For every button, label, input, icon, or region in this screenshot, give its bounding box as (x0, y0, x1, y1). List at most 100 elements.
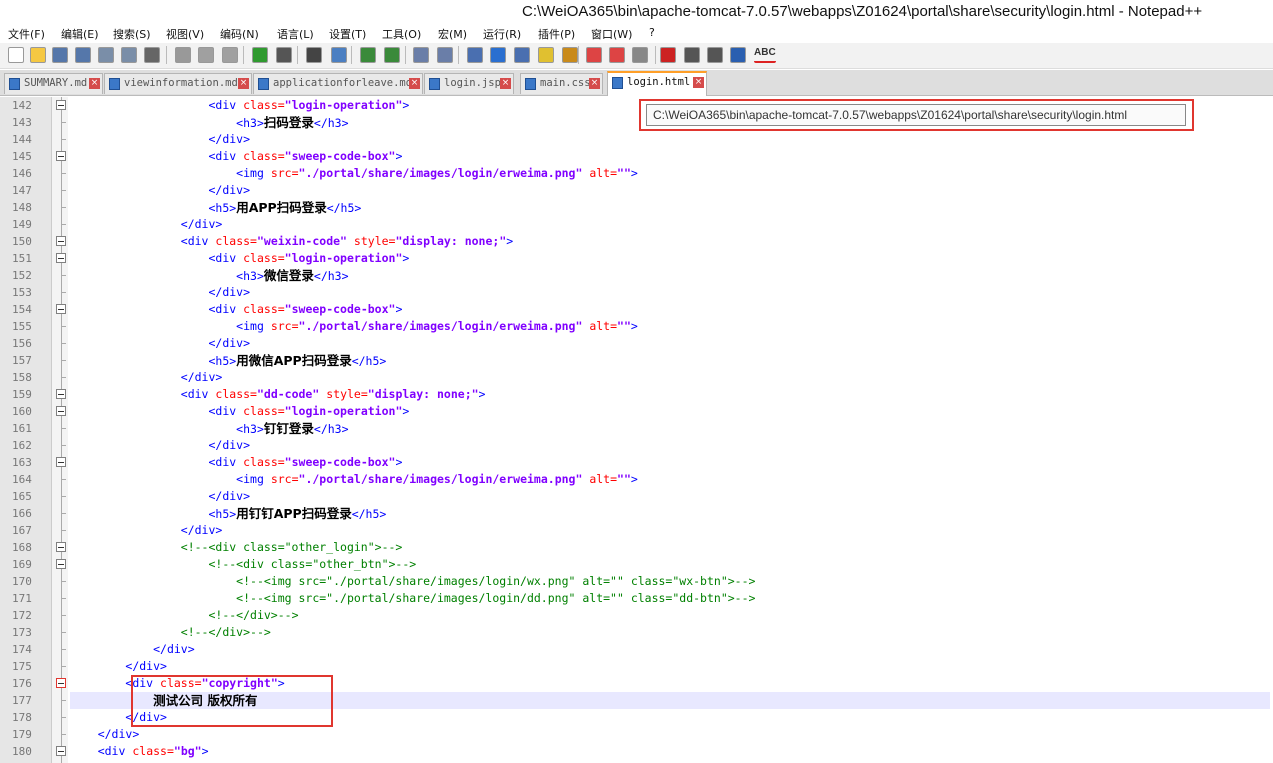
menu-item[interactable]: 窗口(W) (591, 26, 632, 42)
code-line[interactable]: <img src="./portal/share/images/login/er… (70, 471, 1270, 488)
undo-icon[interactable] (252, 47, 268, 63)
menu-item[interactable]: 视图(V) (166, 26, 204, 42)
code-line[interactable]: <!--<img src="./portal/share/images/logi… (70, 590, 1270, 607)
fold-toggle-icon[interactable] (56, 389, 66, 399)
code-line[interactable]: <div class="sweep-code-box"><div class="… (70, 454, 1270, 471)
save-macro-icon[interactable] (730, 47, 746, 63)
code-line[interactable]: </div></div> (70, 437, 1270, 454)
record-icon[interactable] (632, 47, 648, 63)
save-icon[interactable] (52, 47, 68, 63)
fold-toggle-icon[interactable] (56, 746, 66, 756)
play-multi-icon[interactable] (707, 47, 723, 63)
code-line[interactable]: </div></div> (70, 488, 1270, 505)
code-line[interactable]: <div class="bg"><div class="bg"> (70, 743, 1270, 760)
fold-toggle-icon[interactable] (56, 406, 66, 416)
menu-item[interactable]: 编码(N) (220, 26, 259, 42)
close-icon[interactable]: × (409, 78, 420, 89)
tab-SUMMARY-md[interactable]: SUMMARY.md × (4, 73, 103, 94)
folder-icon[interactable] (586, 47, 602, 63)
code-line[interactable]: <div class="sweep-code-box"><div class="… (70, 148, 1270, 165)
code-line[interactable]: </div></div> (70, 335, 1270, 352)
close-icon[interactable]: × (693, 77, 704, 88)
close-icon[interactable]: × (500, 78, 511, 89)
code-area[interactable]: <div class="login-operation"><div class=… (70, 97, 1270, 763)
copy-icon[interactable] (198, 47, 214, 63)
menu-item[interactable]: 工具(O) (382, 26, 421, 42)
code-line[interactable]: </div></div> (70, 726, 1270, 743)
code-line[interactable]: <div class="login-operation"><div class=… (70, 403, 1270, 420)
code-line[interactable]: <!--<div class="other_btn">--><!--<div c… (70, 556, 1270, 573)
tab-applicationforleave-md[interactable]: applicationforleave.md × (253, 73, 423, 94)
menu-item[interactable]: 设置(T) (329, 26, 366, 42)
code-line[interactable]: <div class="dd-code" style="display: non… (70, 386, 1270, 403)
code-line[interactable]: <h3>微信登录</h3><h3>微信登录</h3> (70, 267, 1270, 284)
code-line[interactable]: </div></div> (70, 284, 1270, 301)
sync-v-icon[interactable] (413, 47, 429, 63)
fold-toggle-icon[interactable] (56, 678, 66, 688)
menu-item[interactable]: 文件(F) (8, 26, 45, 42)
menu-item[interactable]: 编辑(E) (61, 26, 99, 42)
fold-toggle-icon[interactable] (56, 253, 66, 263)
code-line[interactable]: <h5>用APP扫码登录</h5><h5>用APP扫码登录</h5> (70, 199, 1270, 216)
menu-item[interactable]: 插件(P) (538, 26, 575, 42)
fold-toggle-icon[interactable] (56, 151, 66, 161)
indent-guide-icon[interactable] (514, 47, 530, 63)
tab-viewinformation-md[interactable]: viewinformation.md × (104, 73, 252, 94)
redo-icon[interactable] (276, 47, 292, 63)
code-line[interactable]: <img src="./portal/share/images/login/er… (70, 318, 1270, 335)
zoom-out-icon[interactable] (384, 47, 400, 63)
fold-toggle-icon[interactable] (56, 559, 66, 569)
code-line[interactable]: </div></div> (70, 641, 1270, 658)
monitor-icon[interactable] (609, 47, 625, 63)
doc-map-icon[interactable] (538, 47, 554, 63)
new-file-icon[interactable] (8, 47, 24, 63)
tab-main-css[interactable]: main.css × (520, 73, 603, 94)
menu-item[interactable]: 运行(R) (483, 26, 521, 42)
show-all-chars-icon[interactable] (490, 47, 506, 63)
code-line[interactable]: <div class="weixin-code" style="display:… (70, 233, 1270, 250)
menu-item[interactable]: 宏(M) (438, 26, 467, 42)
menu-item[interactable]: ? (649, 26, 655, 39)
menu-item[interactable]: 语言(L) (277, 26, 314, 42)
replace-icon[interactable] (331, 47, 347, 63)
code-line[interactable]: <!--</div>--><!--</div>--> (70, 624, 1270, 641)
code-line[interactable]: <!--<div class="other_login">--><!--<div… (70, 539, 1270, 556)
fold-toggle-icon[interactable] (56, 457, 66, 467)
fold-toggle-icon[interactable] (56, 304, 66, 314)
open-file-icon[interactable] (30, 47, 46, 63)
editor[interactable]: 142 143 144 145 146 147 148 149 150 151 152 153 154 1… (0, 97, 1273, 763)
tab-login-jsp[interactable]: login.jsp × (424, 73, 514, 94)
find-icon[interactable] (306, 47, 322, 63)
close-all-icon[interactable] (121, 47, 137, 63)
close-icon[interactable]: × (89, 78, 100, 89)
wrap-icon[interactable] (467, 47, 483, 63)
code-line[interactable]: </div></div> (70, 216, 1270, 233)
sync-h-icon[interactable] (437, 47, 453, 63)
save-all-icon[interactable] (75, 47, 91, 63)
print-icon[interactable] (144, 47, 160, 63)
code-line[interactable]: </div></div> (70, 182, 1270, 199)
stop-icon[interactable] (660, 47, 676, 63)
tab-login-html[interactable]: login.html × (607, 71, 707, 96)
code-line[interactable]: <!--</div>--><!--</div>--> (70, 607, 1270, 624)
cut-icon[interactable] (175, 47, 191, 63)
code-line[interactable]: <!--<img src="./portal/share/images/logi… (70, 573, 1270, 590)
code-line[interactable]: </div></div> (70, 369, 1270, 386)
code-line[interactable]: <img src="./portal/share/images/login/er… (70, 165, 1270, 182)
function-list-icon[interactable] (562, 47, 578, 63)
paste-icon[interactable] (222, 47, 238, 63)
play-icon[interactable] (684, 47, 700, 63)
fold-toggle-icon[interactable] (56, 236, 66, 246)
spellcheck-icon[interactable]: ABC (754, 47, 776, 63)
code-line[interactable]: </div></div> (70, 522, 1270, 539)
zoom-in-icon[interactable] (360, 47, 376, 63)
code-line[interactable]: </div></div> (70, 131, 1270, 148)
code-line[interactable]: <h5>用钉钉APP扫码登录</h5><h5>用钉钉APP扫码登录</h5> (70, 505, 1270, 522)
code-line[interactable]: <h5>用微信APP扫码登录</h5><h5>用微信APP扫码登录</h5> (70, 352, 1270, 369)
close-icon[interactable] (98, 47, 114, 63)
close-icon[interactable]: × (238, 78, 249, 89)
fold-toggle-icon[interactable] (56, 542, 66, 552)
fold-toggle-icon[interactable] (56, 100, 66, 110)
code-line[interactable]: </div></div> (70, 658, 1270, 675)
code-line[interactable]: <div class="login-operation"><div class=… (70, 250, 1270, 267)
